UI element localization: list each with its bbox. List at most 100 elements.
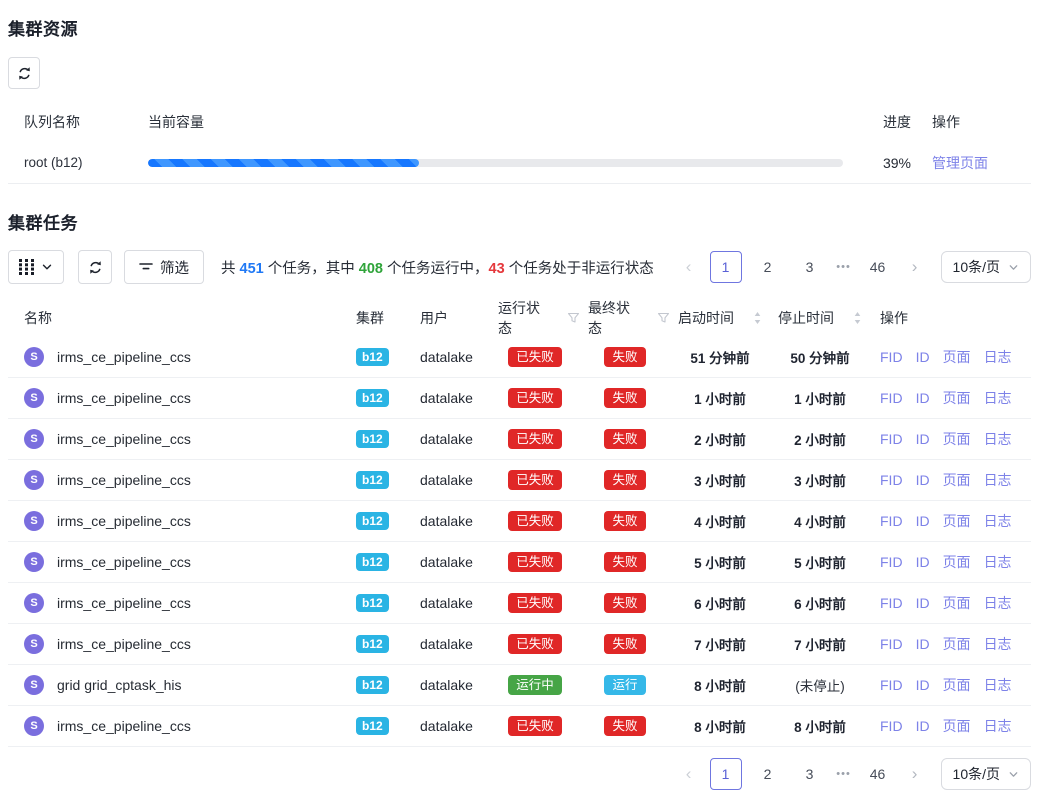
page-ellipsis[interactable]: ••• xyxy=(831,261,857,273)
page-button-3[interactable]: 3 xyxy=(794,758,826,790)
page-button-2[interactable]: 2 xyxy=(752,251,784,283)
id-link[interactable]: ID xyxy=(916,431,930,447)
tasks-table: 名称 集群 用户 运行状态 最终状态 启动时间 xyxy=(8,298,1031,747)
log-link[interactable]: 日志 xyxy=(984,593,1012,613)
next-page-button[interactable]: › xyxy=(899,251,931,283)
tasks-refresh-button[interactable] xyxy=(78,250,112,284)
summary-segment: 43 xyxy=(489,261,505,277)
log-link[interactable]: 日志 xyxy=(984,470,1012,490)
page-button-1[interactable]: 1 xyxy=(710,758,742,790)
page-size-select[interactable]: 10条/页 xyxy=(941,251,1031,283)
resources-table: 队列名称 当前容量 进度 操作 root (b12) 39% 管理页面 xyxy=(8,102,1031,184)
table-row: S irms_ce_pipeline_ccs b12 datalake 已失败 … xyxy=(8,501,1031,542)
fid-link[interactable]: FID xyxy=(880,513,903,529)
filter-button-label: 筛选 xyxy=(160,257,189,278)
manage-page-link[interactable]: 管理页面 xyxy=(932,155,988,171)
fid-link[interactable]: FID xyxy=(880,595,903,611)
final-status-badge: 失败 xyxy=(604,388,645,409)
page-button-2[interactable]: 2 xyxy=(752,758,784,790)
id-link[interactable]: ID xyxy=(916,554,930,570)
table-row: S grid grid_cptask_his b12 datalake 运行中 … xyxy=(8,665,1031,706)
page-link[interactable]: 页面 xyxy=(943,552,971,572)
run-status-badge: 已失败 xyxy=(508,347,562,368)
prev-page-button[interactable]: ‹ xyxy=(673,251,705,283)
filter-button[interactable]: 筛选 xyxy=(124,250,204,284)
id-link[interactable]: ID xyxy=(916,595,930,611)
avatar: S xyxy=(24,388,44,408)
log-link[interactable]: 日志 xyxy=(984,552,1012,572)
fid-link[interactable]: FID xyxy=(880,390,903,406)
id-link[interactable]: ID xyxy=(916,677,930,693)
pagination-bottom: ‹ 1 2 3 ••• 46 › 10条/页 xyxy=(673,758,1031,790)
page-link[interactable]: 页面 xyxy=(943,470,971,490)
final-status-badge: 失败 xyxy=(604,429,645,450)
page-link[interactable]: 页面 xyxy=(943,429,971,449)
log-link[interactable]: 日志 xyxy=(984,388,1012,408)
fid-link[interactable]: FID xyxy=(880,554,903,570)
log-link[interactable]: 日志 xyxy=(984,675,1012,695)
page-button-last[interactable]: 46 xyxy=(862,758,894,790)
log-link[interactable]: 日志 xyxy=(984,429,1012,449)
filter-icon xyxy=(139,262,153,273)
table-row: S irms_ce_pipeline_ccs b12 datalake 已失败 … xyxy=(8,378,1031,419)
filter-funnel-icon[interactable] xyxy=(657,312,670,324)
final-status-badge: 失败 xyxy=(604,716,645,737)
fid-link[interactable]: FID xyxy=(880,349,903,365)
prev-page-button[interactable]: ‹ xyxy=(673,758,705,790)
stop-time: 7 小时前 xyxy=(794,634,846,654)
task-name: irms_ce_pipeline_ccs xyxy=(57,595,191,611)
stop-time: 4 小时前 xyxy=(794,511,846,531)
fid-link[interactable]: FID xyxy=(880,431,903,447)
task-name: irms_ce_pipeline_ccs xyxy=(57,718,191,734)
page-link[interactable]: 页面 xyxy=(943,716,971,736)
capacity-progress-bar xyxy=(148,159,843,167)
cluster-badge: b12 xyxy=(356,717,389,735)
log-link[interactable]: 日志 xyxy=(984,634,1012,654)
page-link[interactable]: 页面 xyxy=(943,347,971,367)
page-link[interactable]: 页面 xyxy=(943,388,971,408)
page-link[interactable]: 页面 xyxy=(943,593,971,613)
queue-name: root (b12) xyxy=(8,155,148,170)
run-status-badge: 已失败 xyxy=(508,511,562,532)
page-button-1[interactable]: 1 xyxy=(710,251,742,283)
fid-link[interactable]: FID xyxy=(880,636,903,652)
log-link[interactable]: 日志 xyxy=(984,347,1012,367)
summary-segment: 408 xyxy=(359,261,383,277)
page-button-last[interactable]: 46 xyxy=(862,251,894,283)
avatar: S xyxy=(24,470,44,490)
log-link[interactable]: 日志 xyxy=(984,716,1012,736)
table-row: S irms_ce_pipeline_ccs b12 datalake 已失败 … xyxy=(8,583,1031,624)
final-status-header: 最终状态 xyxy=(588,298,639,338)
cluster-badge: b12 xyxy=(356,348,389,366)
id-link[interactable]: ID xyxy=(916,472,930,488)
task-summary: 共 451 个任务，其中 408 个任务运行中，43 个任务处于非运行状态 xyxy=(221,257,654,278)
run-status-badge: 已失败 xyxy=(508,716,562,737)
run-status-header: 运行状态 xyxy=(498,298,549,338)
page-ellipsis[interactable]: ••• xyxy=(831,768,857,780)
run-status-badge: 运行中 xyxy=(508,675,562,696)
page-size-select[interactable]: 10条/页 xyxy=(941,758,1031,790)
page-link[interactable]: 页面 xyxy=(943,511,971,531)
column-settings-button[interactable] xyxy=(8,250,64,284)
user: datalake xyxy=(412,718,490,734)
sort-icon[interactable] xyxy=(853,311,862,325)
page-link[interactable]: 页面 xyxy=(943,675,971,695)
id-link[interactable]: ID xyxy=(916,636,930,652)
id-link[interactable]: ID xyxy=(916,349,930,365)
table-row: S irms_ce_pipeline_ccs b12 datalake 已失败 … xyxy=(8,337,1031,378)
fid-link[interactable]: FID xyxy=(880,677,903,693)
id-link[interactable]: ID xyxy=(916,718,930,734)
filter-funnel-icon[interactable] xyxy=(567,312,580,324)
fid-link[interactable]: FID xyxy=(880,472,903,488)
sort-icon[interactable] xyxy=(753,311,762,325)
log-link[interactable]: 日志 xyxy=(984,511,1012,531)
summary-segment: 451 xyxy=(240,261,264,277)
page-link[interactable]: 页面 xyxy=(943,634,971,654)
final-status-badge: 失败 xyxy=(604,552,645,573)
next-page-button[interactable]: › xyxy=(899,758,931,790)
id-link[interactable]: ID xyxy=(916,390,930,406)
page-button-3[interactable]: 3 xyxy=(794,251,826,283)
fid-link[interactable]: FID xyxy=(880,718,903,734)
id-link[interactable]: ID xyxy=(916,513,930,529)
resources-refresh-button[interactable] xyxy=(8,57,40,89)
